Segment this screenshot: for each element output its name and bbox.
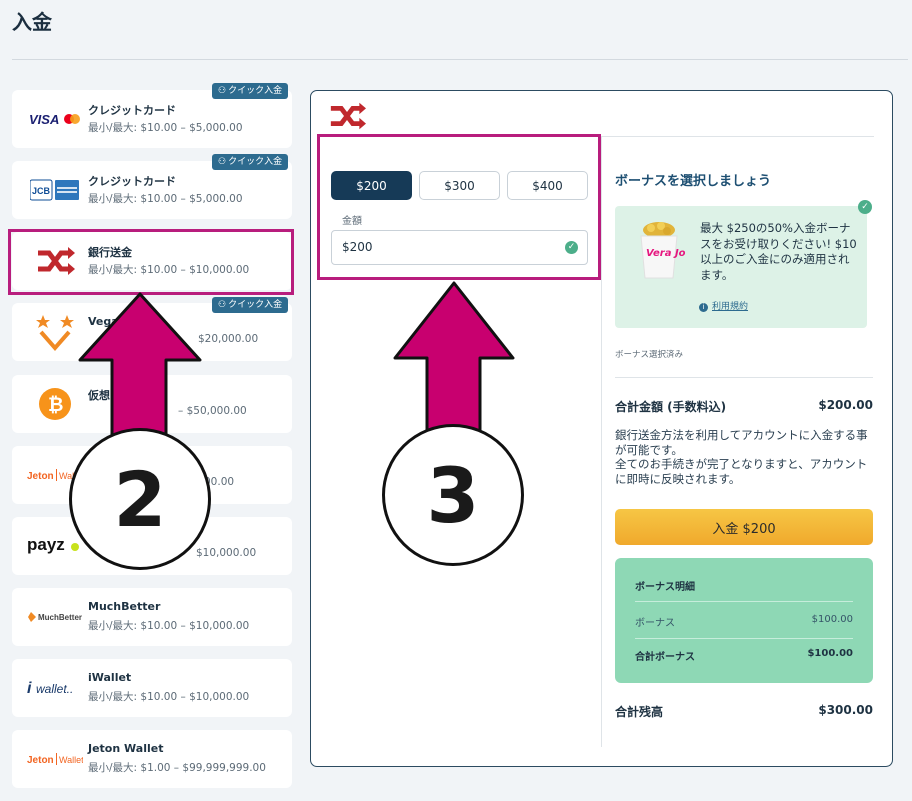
annotation-overlay [78,281,515,442]
arrow-up-left [78,292,202,442]
annotation-circle-2: 2 [69,428,211,570]
arrow-up-right [393,281,515,442]
annotation-circle-3: 3 [382,424,524,566]
